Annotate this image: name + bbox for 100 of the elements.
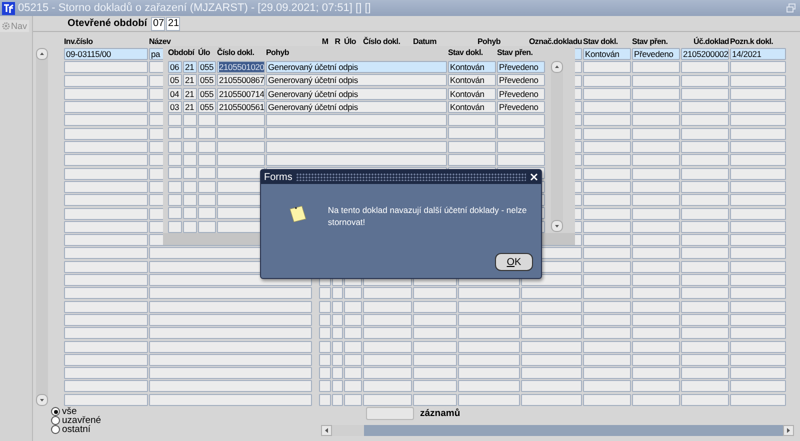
table-cell[interactable] — [730, 220, 786, 233]
table-cell[interactable]: 21 — [183, 74, 197, 86]
table-cell[interactable] — [632, 208, 680, 220]
table-cell[interactable] — [413, 314, 457, 326]
radio-button[interactable] — [51, 416, 60, 425]
table-cell[interactable] — [198, 207, 216, 220]
table-cell[interactable] — [448, 154, 496, 166]
horizontal-scrollbar[interactable] — [321, 425, 794, 436]
table-cell[interactable] — [583, 141, 631, 154]
table-cell[interactable] — [198, 140, 216, 153]
table-cell[interactable] — [183, 114, 197, 126]
table-cell[interactable] — [363, 380, 412, 392]
table-cell[interactable] — [521, 380, 582, 392]
table-cell[interactable] — [583, 234, 631, 246]
table-cell[interactable] — [681, 154, 729, 166]
table-cell[interactable] — [681, 88, 729, 100]
table-cell[interactable] — [198, 194, 216, 206]
table-cell[interactable] — [632, 141, 680, 154]
table-cell[interactable] — [64, 340, 148, 353]
table-cell[interactable] — [64, 74, 148, 87]
table-cell[interactable] — [681, 394, 729, 406]
table-cell[interactable]: Kontován — [448, 74, 496, 86]
record-count-field[interactable] — [366, 407, 414, 420]
table-cell[interactable] — [583, 300, 631, 313]
table-cell[interactable] — [681, 180, 729, 193]
table-cell[interactable] — [730, 394, 786, 406]
vertical-scrollbar[interactable] — [551, 61, 563, 232]
table-cell[interactable] — [681, 287, 729, 300]
table-cell[interactable] — [681, 367, 729, 380]
table-cell[interactable] — [458, 380, 520, 392]
table-cell[interactable] — [730, 74, 786, 87]
table-cell[interactable]: 2105500714 — [217, 88, 265, 100]
table-cell[interactable] — [730, 327, 786, 340]
table-cell[interactable] — [583, 380, 631, 392]
table-cell[interactable] — [632, 114, 680, 126]
table-cell[interactable]: 05 — [168, 74, 182, 86]
table-cell[interactable] — [149, 367, 312, 380]
table-cell[interactable]: 2105200002 — [681, 48, 729, 60]
table-cell[interactable] — [583, 101, 631, 114]
table-cell[interactable] — [149, 394, 312, 406]
table-cell[interactable] — [149, 340, 312, 353]
table-cell[interactable] — [583, 88, 631, 100]
month-field[interactable]: 07 — [151, 16, 165, 30]
table-cell[interactable] — [64, 168, 148, 180]
table-cell[interactable] — [497, 127, 545, 140]
table-cell[interactable]: 055 — [198, 74, 216, 86]
table-cell[interactable] — [413, 380, 457, 392]
table-cell[interactable] — [168, 167, 182, 180]
table-cell[interactable] — [730, 274, 786, 286]
table-cell[interactable] — [730, 380, 786, 392]
table-cell[interactable] — [632, 180, 680, 193]
table-cell[interactable] — [332, 327, 343, 340]
table-cell[interactable] — [632, 74, 680, 87]
table-cell[interactable] — [632, 247, 680, 260]
year-field[interactable]: 21 — [166, 16, 180, 30]
table-cell[interactable] — [217, 140, 265, 153]
table-cell[interactable] — [681, 260, 729, 273]
table-cell[interactable] — [344, 354, 362, 366]
table-cell[interactable] — [681, 194, 729, 206]
ok-button[interactable]: OK — [495, 253, 533, 271]
table-cell[interactable]: Převedeno — [497, 74, 545, 86]
table-cell[interactable] — [332, 287, 343, 300]
table-cell[interactable] — [632, 327, 680, 340]
table-cell[interactable] — [632, 300, 680, 313]
table-cell[interactable] — [413, 354, 457, 366]
table-cell[interactable] — [64, 154, 148, 166]
table-cell[interactable] — [730, 114, 786, 126]
table-cell[interactable] — [730, 154, 786, 166]
table-cell[interactable] — [497, 114, 545, 126]
table-cell[interactable] — [332, 314, 343, 326]
table-cell[interactable] — [413, 394, 457, 406]
table-cell[interactable] — [497, 154, 545, 166]
table-cell[interactable] — [64, 394, 148, 406]
table-cell[interactable] — [632, 234, 680, 246]
table-cell[interactable] — [521, 340, 582, 353]
table-cell[interactable] — [319, 367, 331, 380]
filter-radio[interactable]: vše — [51, 407, 321, 416]
table-cell[interactable] — [458, 367, 520, 380]
table-cell[interactable] — [632, 394, 680, 406]
table-cell[interactable] — [183, 127, 197, 140]
table-cell[interactable]: Kontován — [448, 61, 496, 73]
table-cell[interactable] — [583, 260, 631, 273]
table-cell[interactable] — [448, 140, 496, 153]
table-cell[interactable]: 2105501020 — [217, 61, 265, 73]
table-cell[interactable] — [332, 354, 343, 366]
table-cell[interactable] — [319, 340, 331, 353]
table-cell[interactable] — [730, 287, 786, 300]
table-cell[interactable] — [332, 367, 343, 380]
table-cell[interactable] — [458, 327, 520, 340]
table-cell[interactable] — [344, 287, 362, 300]
table-cell[interactable] — [183, 154, 197, 166]
table-cell[interactable] — [583, 194, 631, 206]
table-cell[interactable] — [521, 394, 582, 406]
scroll-up-button[interactable] — [551, 61, 563, 73]
table-cell[interactable] — [168, 194, 182, 206]
table-cell[interactable] — [217, 167, 265, 180]
table-cell[interactable] — [64, 114, 148, 126]
table-cell[interactable] — [319, 327, 331, 340]
table-cell[interactable] — [363, 340, 412, 353]
table-cell[interactable] — [183, 194, 197, 206]
